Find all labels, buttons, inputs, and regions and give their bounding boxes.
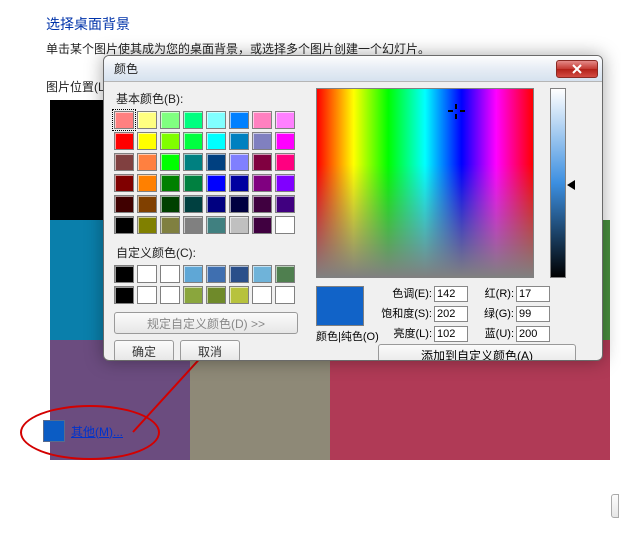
cancel-button[interactable]: 取消 [180,340,240,361]
color-dialog: 颜色 基本颜色(B): 自定义颜色(C): 规定自定义颜色(D) >> 确定 取… [103,55,603,361]
color-gradient[interactable] [316,88,534,278]
basic-color-swatch[interactable] [114,216,134,234]
basic-color-swatch[interactable] [206,111,226,129]
blue-label: 蓝(U): [470,324,514,344]
basic-color-swatch[interactable] [183,174,203,192]
basic-color-swatch[interactable] [183,132,203,150]
basic-color-swatch[interactable] [160,153,180,171]
basic-color-swatch[interactable] [229,132,249,150]
custom-color-swatch[interactable] [183,286,203,304]
luminance-arrow-icon[interactable] [567,180,575,190]
basic-color-swatch[interactable] [252,195,272,213]
add-custom-button[interactable]: 添加到自定义颜色(A) [378,344,576,361]
other-link[interactable]: 其他(M)... [71,423,123,440]
basic-color-swatch[interactable] [160,195,180,213]
basic-color-swatch[interactable] [183,111,203,129]
custom-color-swatch[interactable] [252,286,272,304]
sat-field[interactable] [434,306,468,322]
custom-color-swatch[interactable] [160,265,180,283]
basic-color-swatch[interactable] [229,174,249,192]
custom-color-swatch[interactable] [229,265,249,283]
basic-color-swatch[interactable] [206,195,226,213]
basic-color-swatch[interactable] [275,111,295,129]
custom-color-swatch[interactable] [275,286,295,304]
green-label: 绿(G): [470,304,514,324]
green-field[interactable] [516,306,550,322]
basic-color-swatch[interactable] [275,195,295,213]
color-preview [316,286,364,326]
page-title: 选择桌面背景 [0,0,621,34]
basic-color-swatch[interactable] [137,216,157,234]
basic-color-swatch[interactable] [160,132,180,150]
basic-color-swatch[interactable] [252,111,272,129]
custom-color-swatch[interactable] [160,286,180,304]
blue-field[interactable] [516,326,550,342]
basic-color-swatch[interactable] [206,153,226,171]
basic-color-swatch[interactable] [275,174,295,192]
basic-color-swatch[interactable] [275,132,295,150]
dialog-title: 颜色 [114,60,138,77]
basic-color-swatch[interactable] [229,216,249,234]
basic-color-swatch[interactable] [229,195,249,213]
basic-color-swatch[interactable] [114,111,134,129]
hue-label: 色调(E): [378,284,432,304]
basic-color-swatch[interactable] [114,153,134,171]
custom-color-swatch[interactable] [114,265,134,283]
sat-label: 饱和度(S): [378,304,432,324]
preview-label: 颜色|纯色(O) [316,328,379,344]
hue-field[interactable] [434,286,468,302]
luminance-bar[interactable] [550,88,566,278]
custom-color-swatch[interactable] [114,286,134,304]
custom-color-swatch[interactable] [137,265,157,283]
basic-color-swatch[interactable] [137,111,157,129]
basic-color-swatch[interactable] [137,153,157,171]
basic-color-swatch[interactable] [229,111,249,129]
basic-color-swatch[interactable] [160,216,180,234]
basic-color-swatch[interactable] [160,111,180,129]
define-custom-button[interactable]: 规定自定义颜色(D) >> [114,312,298,334]
ok-button[interactable]: 确定 [114,340,174,361]
custom-color-swatch[interactable] [206,265,226,283]
basic-color-swatch[interactable] [137,174,157,192]
custom-color-swatch[interactable] [229,286,249,304]
close-icon [571,64,583,74]
custom-colors-grid [114,265,296,304]
red-label: 红(R): [470,284,514,304]
custom-color-swatch[interactable] [206,286,226,304]
lum-field[interactable] [434,326,468,342]
basic-color-swatch[interactable] [183,153,203,171]
custom-color-swatch[interactable] [137,286,157,304]
basic-color-swatch[interactable] [137,132,157,150]
basic-color-swatch[interactable] [114,174,134,192]
basic-color-swatch[interactable] [183,216,203,234]
truncated-button[interactable] [611,494,619,518]
lum-label: 亮度(L): [378,324,432,344]
basic-color-swatch[interactable] [206,132,226,150]
red-field[interactable] [516,286,550,302]
basic-color-swatch[interactable] [229,153,249,171]
basic-color-swatch[interactable] [137,195,157,213]
basic-color-swatch[interactable] [114,195,134,213]
location-label: 图片位置(L [46,78,105,95]
custom-color-swatch[interactable] [275,265,295,283]
other-color-swatch [43,420,65,442]
basic-color-swatch[interactable] [206,174,226,192]
custom-color-swatch[interactable] [252,265,272,283]
page-subtitle: 单击某个图片使其成为您的桌面背景，或选择多个图片创建一个幻灯片。 [0,34,621,57]
basic-color-swatch[interactable] [275,216,295,234]
basic-color-swatch[interactable] [252,174,272,192]
basic-color-swatch[interactable] [252,132,272,150]
basic-color-swatch[interactable] [183,195,203,213]
basic-color-swatch[interactable] [114,132,134,150]
basic-color-swatch[interactable] [252,153,272,171]
basic-color-swatch[interactable] [160,174,180,192]
basic-color-swatch[interactable] [252,216,272,234]
basic-color-swatch[interactable] [206,216,226,234]
basic-colors-grid [114,111,296,234]
custom-color-swatch[interactable] [183,265,203,283]
basic-color-swatch[interactable] [275,153,295,171]
close-button[interactable] [556,60,598,78]
